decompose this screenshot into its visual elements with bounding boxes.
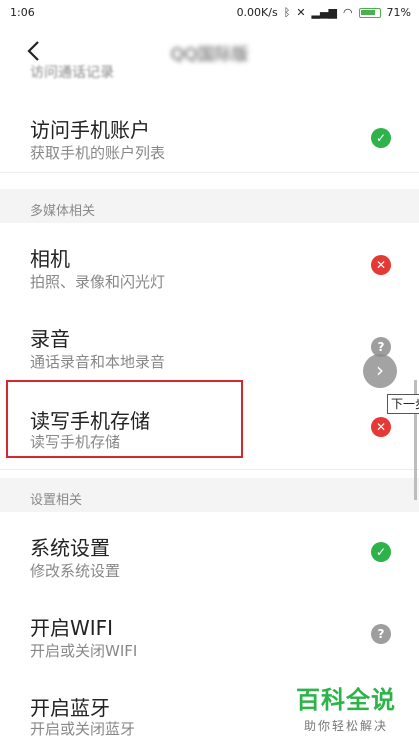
permission-title: 录音 xyxy=(30,327,70,351)
highlight-box xyxy=(6,380,243,458)
status-bar: 1:06 0.00K/s ᛒ ✕ ▂▄▆ ◠ 71% xyxy=(0,0,419,26)
network-speed: 0.00K/s xyxy=(236,6,278,19)
signal-icon: ▂▄▆ xyxy=(311,6,337,19)
watermark-sub: 助你轻松解决 xyxy=(303,719,388,733)
permission-title: 系统设置 xyxy=(30,536,110,560)
check-icon[interactable]: ✓ xyxy=(371,128,391,148)
permission-item-camera[interactable]: 相机 拍照、录像和闪光灯 ✕ xyxy=(0,223,419,306)
permission-subtitle: 获取手机的账户列表 xyxy=(30,144,166,162)
check-icon[interactable]: ✓ xyxy=(371,542,391,562)
permission-subtitle: 开启或关闭WIFI xyxy=(30,642,138,660)
permission-item-wifi[interactable]: 开启WIFI 开启或关闭WIFI ? xyxy=(0,594,419,677)
section-label: 多媒体相关 xyxy=(30,204,96,219)
vibrate-icon: ✕ xyxy=(296,6,306,19)
permission-item-record-audio[interactable]: 录音 通话录音和本地录音 ? xyxy=(0,305,419,388)
permission-title: 相机 xyxy=(30,247,70,271)
ask-icon[interactable]: ? xyxy=(371,624,391,644)
partial-list-item: 访问通话记录 xyxy=(30,65,114,81)
status-time: 1:06 xyxy=(10,6,35,19)
permission-title: 开启蓝牙 xyxy=(30,696,110,720)
battery-percent: 71% xyxy=(386,6,411,19)
denied-icon[interactable]: ✕ xyxy=(371,255,391,275)
section-label: 设置相关 xyxy=(30,493,83,508)
next-tooltip: 下一步 xyxy=(387,394,419,414)
status-icons: 0.00K/s ᛒ ✕ ▂▄▆ ◠ 71% xyxy=(237,6,411,19)
permission-subtitle: 开启或关闭蓝牙 xyxy=(30,720,136,738)
permission-title: 访问手机账户 xyxy=(30,118,150,142)
permission-subtitle: 修改系统设置 xyxy=(30,562,121,580)
watermark-main: 百科全说 xyxy=(296,686,396,714)
denied-icon[interactable]: ✕ xyxy=(371,417,391,437)
permission-subtitle: 通话录音和本地录音 xyxy=(30,353,166,371)
wifi-icon: ◠ xyxy=(342,6,353,19)
section-header-settings: 设置相关 xyxy=(0,478,419,512)
bluetooth-icon: ᛒ xyxy=(283,6,291,19)
permission-item-accounts[interactable]: 访问手机账户 获取手机的账户列表 ✓ xyxy=(0,98,419,173)
next-button[interactable]: › xyxy=(363,354,397,388)
battery-icon xyxy=(358,7,381,18)
permission-title: 开启WIFI xyxy=(30,616,114,640)
permission-item-system-settings[interactable]: 系统设置 修改系统设置 ✓ xyxy=(0,512,419,595)
permission-subtitle: 拍照、录像和闪光灯 xyxy=(30,273,166,291)
section-header-multimedia: 多媒体相关 xyxy=(0,189,419,223)
watermark-logo: 百科全说 助你轻松解决 xyxy=(296,680,396,734)
